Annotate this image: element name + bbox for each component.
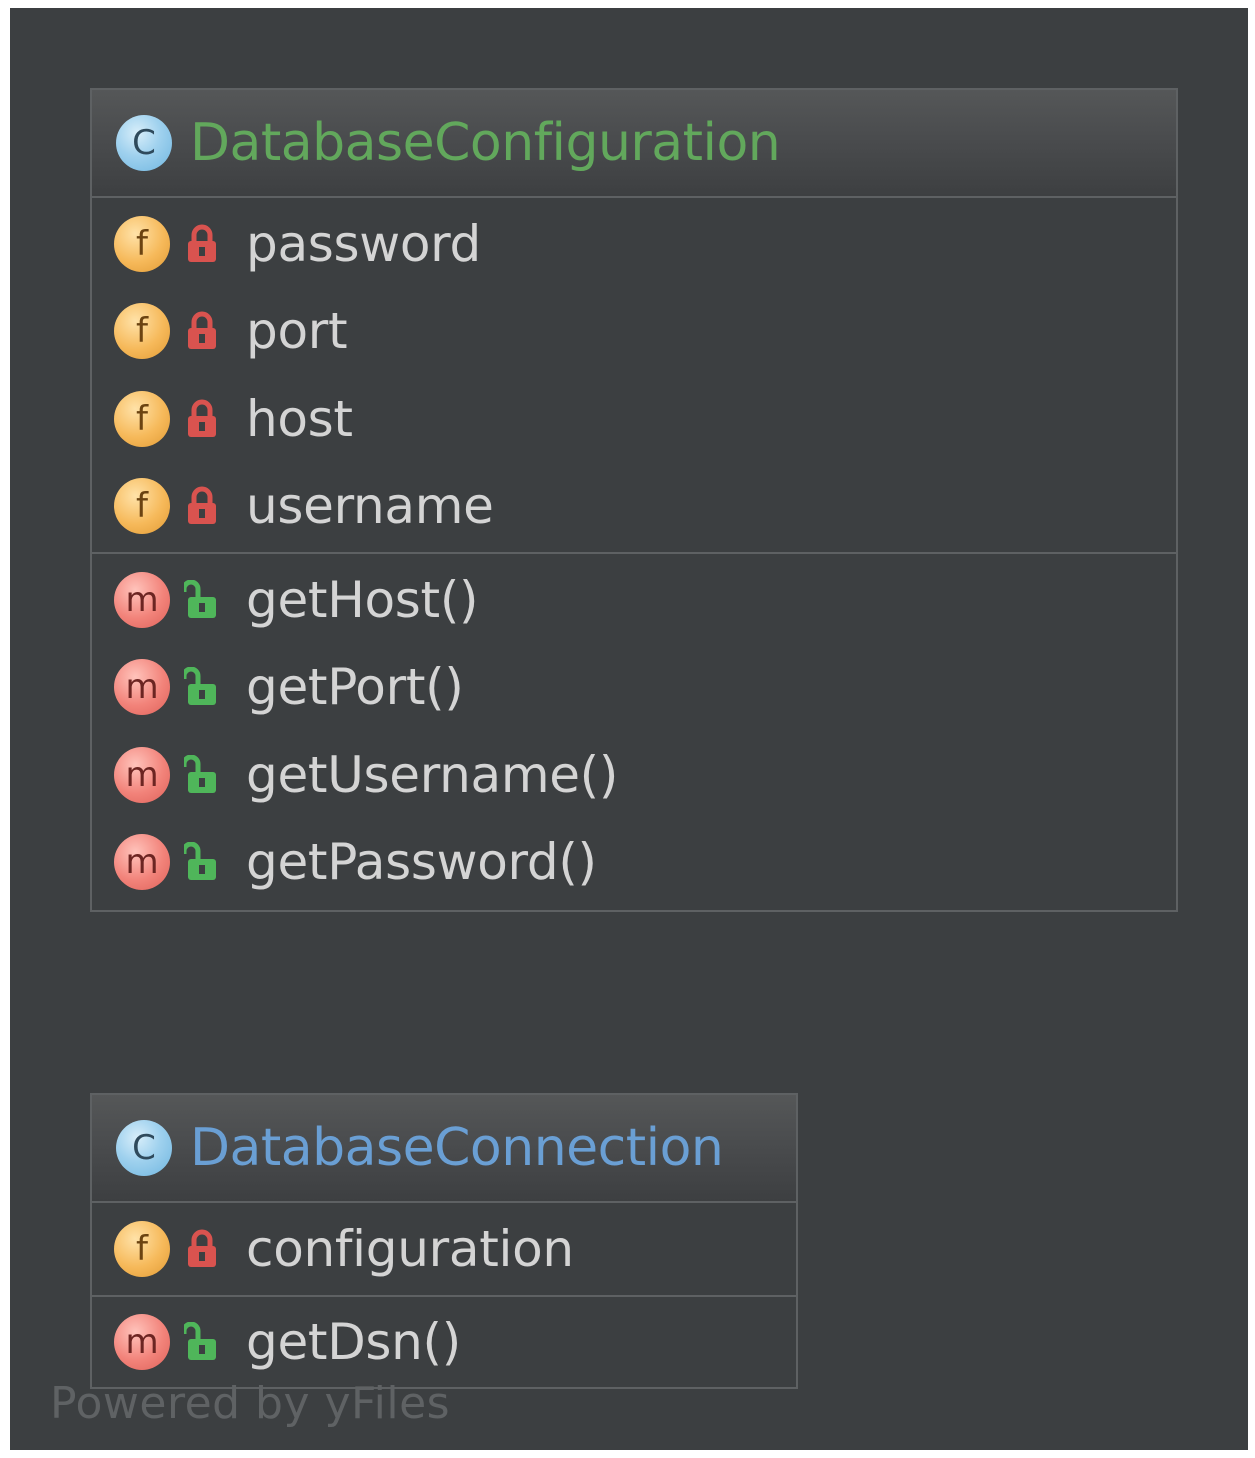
- methods-section: m getHost() m getPort() m getUsername() …: [92, 552, 1176, 908]
- class-box-database-configuration[interactable]: C DatabaseConfiguration f password f por…: [90, 88, 1178, 912]
- field-name: password: [246, 214, 481, 273]
- lock-closed-icon: [188, 486, 216, 525]
- method-icon: m: [114, 571, 170, 628]
- field-name: host: [246, 389, 353, 448]
- class-header[interactable]: C DatabaseConfiguration: [92, 90, 1176, 198]
- method-name: getPort(): [246, 658, 464, 717]
- field-name: port: [246, 302, 348, 361]
- field-icon: f: [114, 478, 170, 535]
- method-row[interactable]: m getUsername(): [92, 731, 1176, 819]
- method-icon: m: [114, 746, 170, 803]
- method-name: getHost(): [246, 570, 479, 629]
- method-row[interactable]: m getDsn(): [92, 1299, 796, 1387]
- class-icon: C: [116, 115, 172, 171]
- method-name: getPassword(): [246, 833, 597, 892]
- lock-open-icon: [184, 1322, 216, 1361]
- field-icon: f: [114, 303, 170, 360]
- class-name: DatabaseConnection: [190, 1118, 724, 1178]
- field-icon: f: [114, 390, 170, 447]
- lock-closed-icon: [188, 224, 216, 262]
- fields-section: f configuration: [92, 1203, 796, 1295]
- field-row[interactable]: f host: [92, 375, 1176, 463]
- lock-open-icon: [184, 667, 216, 706]
- lock-closed-icon: [188, 311, 216, 350]
- method-row[interactable]: m getPassword(): [92, 819, 1176, 907]
- method-name: getUsername(): [246, 745, 619, 804]
- fields-section: f password f port f host f username: [92, 198, 1176, 552]
- method-icon: m: [114, 1314, 170, 1371]
- class-name: DatabaseConfiguration: [190, 113, 781, 173]
- field-name: configuration: [246, 1219, 574, 1278]
- lock-open-icon: [184, 842, 216, 881]
- lock-open-icon: [184, 754, 216, 793]
- class-box-database-connection[interactable]: C DatabaseConnection f configuration m g…: [90, 1093, 798, 1389]
- field-row[interactable]: f username: [92, 463, 1176, 551]
- field-row[interactable]: f password: [92, 200, 1176, 288]
- class-icon: C: [116, 1120, 172, 1176]
- field-row[interactable]: f configuration: [92, 1205, 796, 1293]
- method-row[interactable]: m getHost(): [92, 556, 1176, 644]
- field-icon: f: [114, 215, 170, 272]
- lock-closed-icon: [188, 399, 216, 437]
- method-row[interactable]: m getPort(): [92, 644, 1176, 732]
- method-name: getDsn(): [246, 1313, 461, 1372]
- method-icon: m: [114, 659, 170, 716]
- class-header[interactable]: C DatabaseConnection: [92, 1095, 796, 1203]
- lock-open-icon: [184, 579, 216, 618]
- lock-closed-icon: [188, 1229, 216, 1267]
- methods-section: m getDsn(): [92, 1294, 796, 1389]
- method-icon: m: [114, 834, 170, 891]
- diagram-canvas: C DatabaseConfiguration f password f por…: [10, 8, 1248, 1450]
- field-name: username: [246, 477, 494, 536]
- field-row[interactable]: f port: [92, 288, 1176, 376]
- yfiles-watermark: Powered by yFiles: [50, 1378, 451, 1429]
- field-icon: f: [114, 1220, 170, 1277]
